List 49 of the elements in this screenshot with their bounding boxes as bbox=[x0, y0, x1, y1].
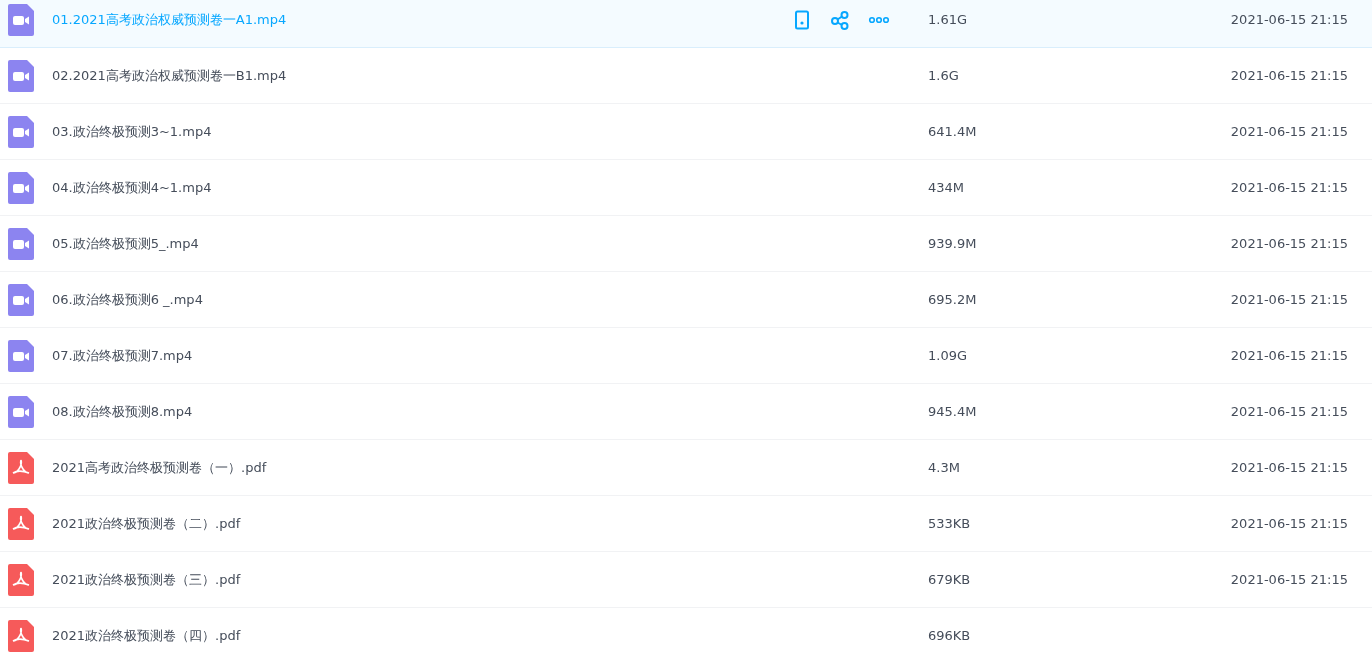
video-file-icon bbox=[8, 227, 34, 260]
file-date: 2021-06-15 21:15 bbox=[1229, 516, 1349, 531]
file-date: 2021-06-15 21:15 bbox=[1229, 236, 1349, 251]
file-name[interactable]: 2021政治终极预测卷（二）.pdf bbox=[52, 514, 792, 533]
file-size: 4.3M bbox=[928, 460, 961, 475]
pdf-file-icon bbox=[8, 507, 34, 540]
video-file-icon bbox=[8, 283, 34, 316]
pdf-file-icon bbox=[8, 563, 34, 596]
video-file-icon bbox=[8, 395, 34, 428]
file-size: 945.4M bbox=[928, 404, 978, 419]
file-size: 1.61G bbox=[928, 12, 969, 27]
file-size: 533KB bbox=[928, 516, 972, 531]
video-file-icon bbox=[8, 171, 34, 204]
file-date: 2021-06-15 21:15 bbox=[1229, 460, 1349, 475]
file-name[interactable]: 2021政治终极预测卷（四）.pdf bbox=[52, 626, 792, 645]
file-date: 2021-06-15 21:15 bbox=[1229, 348, 1349, 363]
file-name[interactable]: 04.政治终极预测4~1.mp4 bbox=[52, 178, 792, 197]
pdf-file-icon bbox=[8, 451, 34, 484]
file-name[interactable]: 02.2021高考政治权威预测卷一B1.mp4 bbox=[52, 66, 792, 85]
video-file-icon bbox=[8, 339, 34, 372]
file-size: 696KB bbox=[928, 628, 972, 643]
video-file-icon bbox=[8, 3, 34, 36]
file-size: 641.4M bbox=[928, 124, 978, 139]
file-size: 679KB bbox=[928, 572, 972, 587]
file-size: 434M bbox=[928, 180, 966, 195]
file-name[interactable]: 2021政治终极预测卷（三）.pdf bbox=[52, 570, 792, 589]
file-date: 2021-06-15 21:15 bbox=[1229, 404, 1349, 419]
share-icon[interactable] bbox=[830, 9, 850, 30]
file-date: 2021-06-15 21:15 bbox=[1229, 292, 1349, 307]
file-date: 2021-06-15 21:15 bbox=[1229, 12, 1349, 27]
file-date: 2021-06-15 21:15 bbox=[1229, 180, 1349, 195]
file-size: 939.9M bbox=[928, 236, 978, 251]
file-name[interactable]: 08.政治终极预测8.mp4 bbox=[52, 402, 792, 421]
file-date: 2021-06-15 21:15 bbox=[1229, 124, 1349, 139]
file-date: 2021-06-15 21:15 bbox=[1229, 68, 1349, 83]
file-size: 695.2M bbox=[928, 292, 978, 307]
file-size: 1.6G bbox=[928, 68, 960, 83]
file-row[interactable]: 01.2021高考政治权威预测卷一A1.mp4 1.61G 2021-06-15 21:15 bbox=[0, 0, 1372, 48]
pdf-file-icon bbox=[8, 619, 34, 652]
file-name[interactable]: 05.政治终极预测5_.mp4 bbox=[52, 234, 792, 253]
file-name[interactable]: 06.政治终极预测6 _.mp4 bbox=[52, 290, 792, 309]
file-name[interactable]: 07.政治终极预测7.mp4 bbox=[52, 346, 792, 365]
file-date: 2021-06-15 21:15 bbox=[1229, 572, 1349, 587]
phone-icon[interactable] bbox=[792, 9, 812, 30]
file-name[interactable]: 2021高考政治终极预测卷（一）.pdf bbox=[52, 458, 792, 477]
file-name[interactable]: 03.政治终极预测3~1.mp4 bbox=[52, 122, 792, 141]
video-file-icon bbox=[8, 115, 34, 148]
video-file-icon bbox=[8, 59, 34, 92]
file-size: 1.09G bbox=[928, 348, 969, 363]
